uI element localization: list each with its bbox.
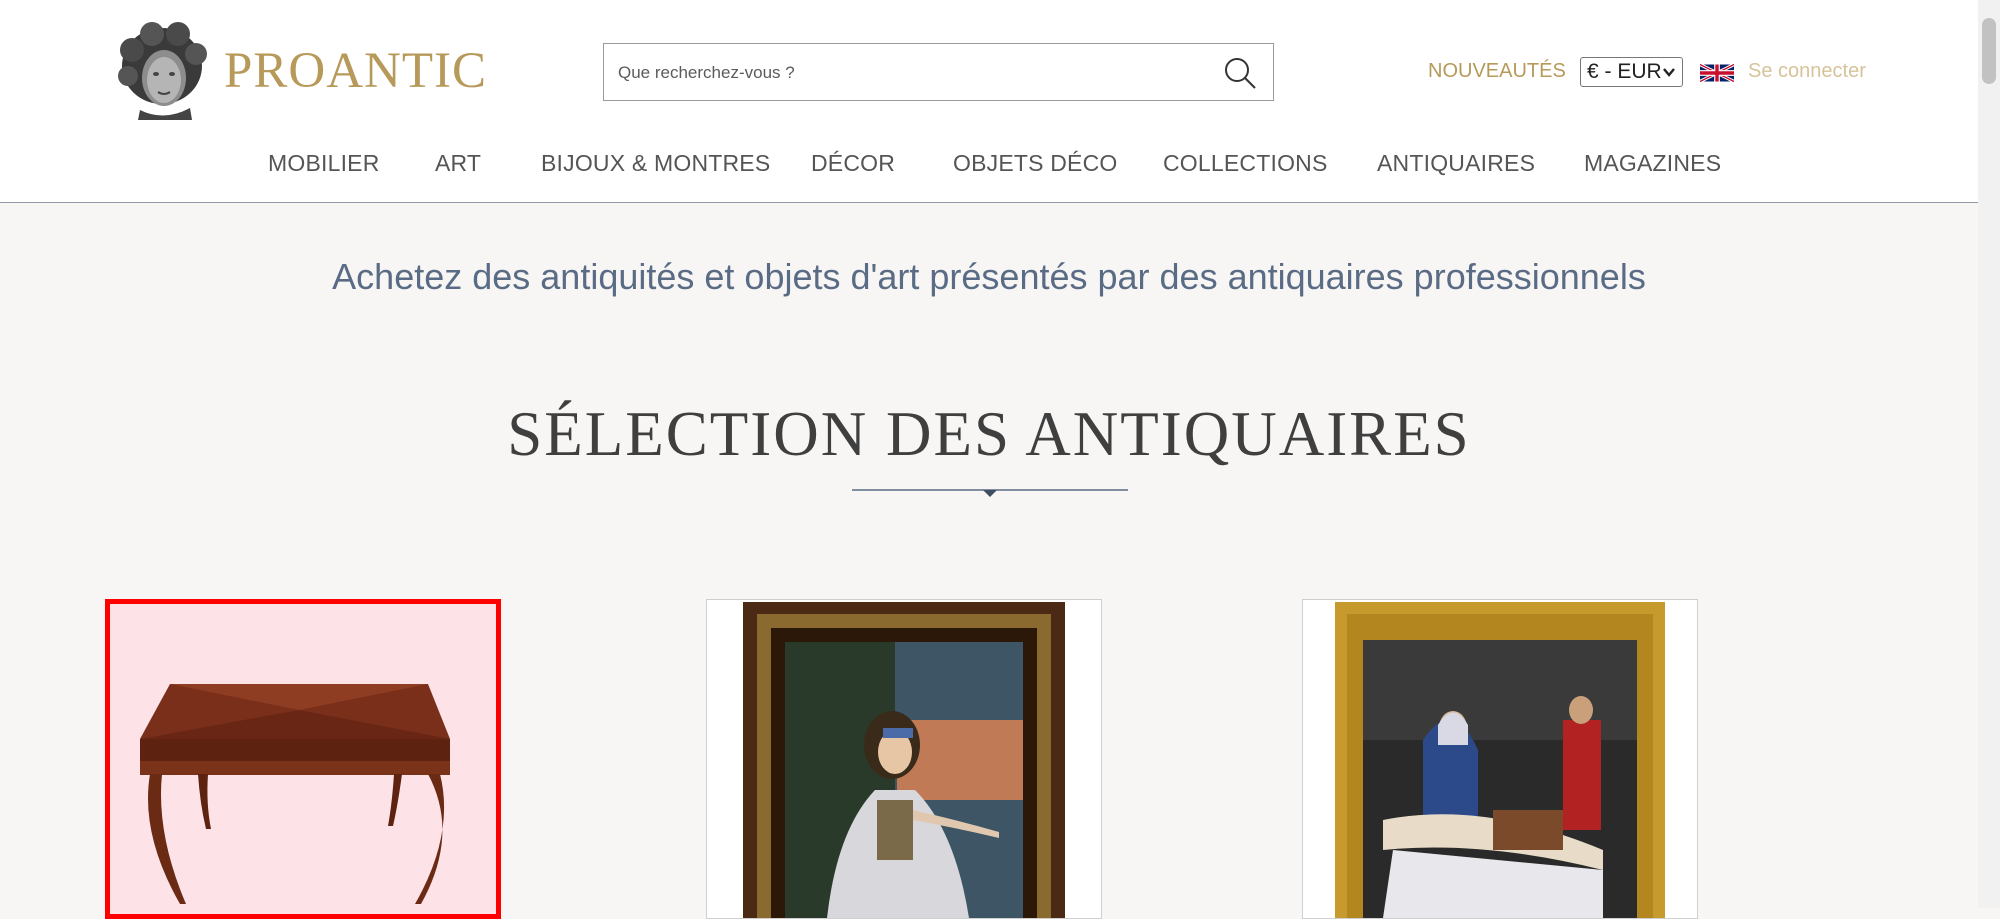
bust-logo-icon[interactable] — [110, 20, 210, 122]
nouveautes-link[interactable]: NOUVEAUTÉS — [1428, 60, 1566, 83]
search-input[interactable] — [616, 58, 1200, 88]
uk-flag-icon[interactable] — [1700, 60, 1734, 86]
site-header: PROANTIC NOUVEAUTÉS € - EUR Se connecter… — [0, 0, 1978, 203]
nav-item-art[interactable]: ART — [435, 150, 481, 177]
product-image-table — [110, 604, 496, 914]
chevron-down-icon — [1663, 68, 1675, 77]
nav-item-magazines[interactable]: MAGAZINES — [1584, 150, 1721, 177]
product-card-pieta[interactable] — [1302, 599, 1698, 919]
search-icon[interactable] — [1223, 56, 1257, 90]
scrollbar-thumb[interactable] — [1982, 18, 1996, 84]
product-image-portrait — [707, 600, 1101, 918]
nav-item-mobilier[interactable]: MOBILIER — [268, 150, 380, 177]
nav-item-antiquaires[interactable]: ANTIQUAIRES — [1377, 150, 1535, 177]
page-scrollbar[interactable] — [1978, 0, 2000, 908]
nav-item-objets-deco[interactable]: OBJETS DÉCO — [953, 150, 1118, 177]
main-nav: MOBILIER ART BIJOUX & MONTRES DÉCOR OBJE… — [0, 150, 1978, 180]
currency-select[interactable]: € - EUR — [1580, 57, 1683, 87]
login-link[interactable]: Se connecter — [1748, 60, 1866, 83]
product-card-portrait[interactable] — [706, 599, 1102, 919]
product-card-table[interactable] — [105, 599, 501, 919]
page-tagline: Achetez des antiquités et objets d'art p… — [332, 256, 1646, 297]
section-title: SÉLECTION DES ANTIQUAIRES — [507, 399, 1471, 469]
diamond-divider-icon — [852, 489, 1128, 497]
nav-item-bijoux-montres[interactable]: BIJOUX & MONTRES — [541, 150, 770, 177]
nav-item-collections[interactable]: COLLECTIONS — [1163, 150, 1328, 177]
brand-name[interactable]: PROANTIC — [224, 42, 487, 100]
search-box — [603, 43, 1274, 101]
nav-item-decor[interactable]: DÉCOR — [811, 150, 895, 177]
currency-value: € - EUR — [1587, 60, 1662, 83]
product-image-pieta — [1303, 600, 1697, 918]
